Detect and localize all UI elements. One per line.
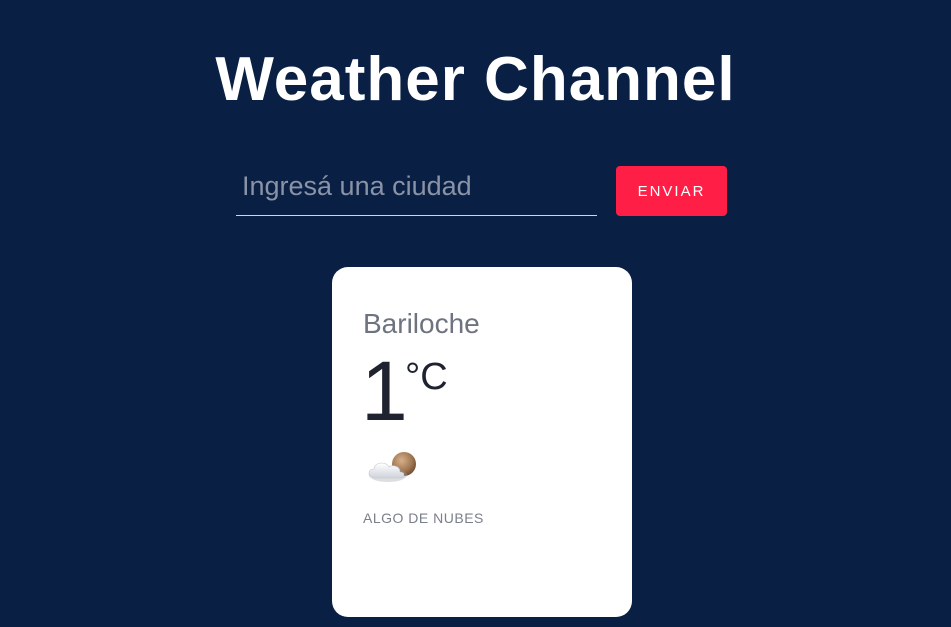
temperature-unit: °C <box>405 356 448 398</box>
temperature-value: 1 <box>361 344 408 438</box>
cloud-moon-icon <box>366 450 420 486</box>
city-name: Bariloche <box>363 308 480 339</box>
city-search-input[interactable] <box>236 166 597 216</box>
page-title: Weather Channel <box>215 45 736 114</box>
send-button[interactable]: ENVIAR <box>616 166 727 216</box>
weather-card: Bariloche 1 °C ALGO DE NUBES <box>332 267 632 617</box>
search-form: ENVIAR <box>236 166 727 216</box>
weather-description: ALGO DE NUBES <box>363 510 484 526</box>
